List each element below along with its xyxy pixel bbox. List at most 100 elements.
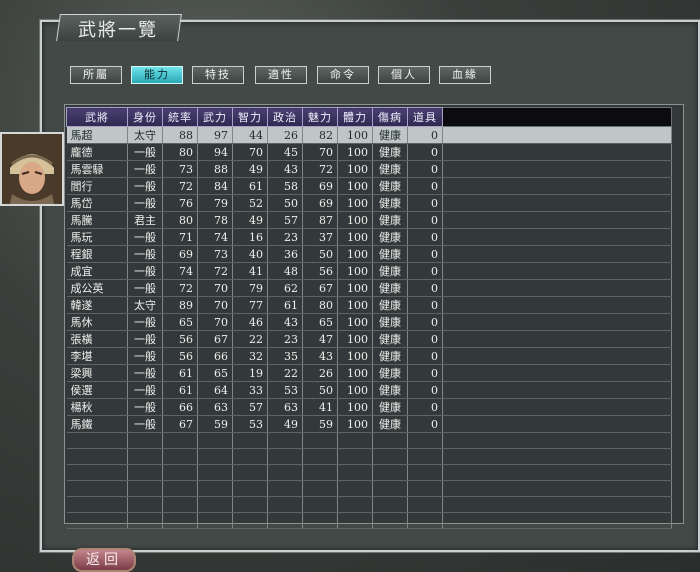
table-cell: 61 xyxy=(232,177,268,195)
table-cell: 100 xyxy=(337,296,373,314)
table-cell: 97 xyxy=(197,126,233,144)
table-cell: 78 xyxy=(197,211,233,229)
table-cell-empty xyxy=(407,464,443,481)
table-cell: 一般 xyxy=(127,398,163,416)
tab-skills[interactable]: 特技 xyxy=(192,66,244,84)
table-cell: 100 xyxy=(337,330,373,348)
table-cell-blank xyxy=(442,347,672,365)
tab-bloodline[interactable]: 血緣 xyxy=(439,66,491,84)
table-row[interactable]: 侯選 一般 61 64 33 53 50 100 健康 0 xyxy=(66,381,672,399)
table-cell: 70 xyxy=(197,296,233,314)
table-cell: 健康 xyxy=(372,330,408,348)
table-cell: 73 xyxy=(197,245,233,263)
table-cell-blank xyxy=(442,160,672,178)
table-cell: 50 xyxy=(302,245,338,263)
tab-ability[interactable]: 能力 xyxy=(131,66,183,84)
table-cell-blank xyxy=(442,381,672,399)
table-cell: 李堪 xyxy=(66,347,128,365)
table-cell: 69 xyxy=(302,177,338,195)
back-button[interactable]: 返回 xyxy=(72,548,136,572)
table-row[interactable]: 馬鐵 一般 67 59 53 49 59 100 健康 0 xyxy=(66,415,672,433)
table-row[interactable]: 閻行 一般 72 84 61 58 69 100 健康 0 xyxy=(66,177,672,195)
table-row[interactable]: 韓遂 太守 89 70 77 61 80 100 健康 0 xyxy=(66,296,672,314)
table-row[interactable]: 馬岱 一般 76 79 52 50 69 100 健康 0 xyxy=(66,194,672,212)
table-cell-empty xyxy=(302,464,338,481)
table-cell-empty xyxy=(337,448,373,465)
table-cell-empty xyxy=(66,432,128,449)
table-cell: 70 xyxy=(302,143,338,161)
table-cell: 61 xyxy=(267,296,303,314)
table-cell-empty xyxy=(267,448,303,465)
table-cell: 58 xyxy=(267,177,303,195)
table-cell: 64 xyxy=(197,381,233,399)
table-row[interactable]: 程銀 一般 69 73 40 36 50 100 健康 0 xyxy=(66,245,672,263)
table-row[interactable]: 成宜 一般 74 72 41 48 56 100 健康 0 xyxy=(66,262,672,280)
table-row[interactable]: 馬騰 君主 80 78 49 57 87 100 健康 0 xyxy=(66,211,672,229)
table-cell: 馬休 xyxy=(66,313,128,331)
table-row[interactable]: 楊秋 一般 66 63 57 63 41 100 健康 0 xyxy=(66,398,672,416)
table-cell: 87 xyxy=(302,211,338,229)
table-row-empty xyxy=(66,448,672,465)
table-cell-empty xyxy=(372,496,408,513)
table-row-empty xyxy=(66,464,672,481)
table-cell-empty xyxy=(407,496,443,513)
table-cell: 0 xyxy=(407,313,443,331)
table-cell: 43 xyxy=(267,160,303,178)
table-cell: 健康 xyxy=(372,415,408,433)
table-cell-empty xyxy=(442,496,672,513)
table-cell: 84 xyxy=(197,177,233,195)
table-cell-empty xyxy=(337,512,373,529)
table-cell: 100 xyxy=(337,381,373,399)
col-header-politics[interactable]: 政治 xyxy=(267,107,303,127)
table-cell: 50 xyxy=(267,194,303,212)
table-cell-empty xyxy=(127,448,163,465)
table-cell: 23 xyxy=(267,228,303,246)
col-header-status[interactable]: 身份 xyxy=(127,107,163,127)
col-header-stamina[interactable]: 體力 xyxy=(337,107,373,127)
table-cell: 健康 xyxy=(372,364,408,382)
col-header-intelligence[interactable]: 智力 xyxy=(232,107,268,127)
table-row[interactable]: 馬超 太守 88 97 44 26 82 100 健康 0 xyxy=(66,126,672,144)
table-row[interactable]: 李堪 一般 56 66 32 35 43 100 健康 0 xyxy=(66,347,672,365)
table-cell: 23 xyxy=(267,330,303,348)
col-header-war[interactable]: 武力 xyxy=(197,107,233,127)
table-cell: 太守 xyxy=(127,126,163,144)
table-row[interactable]: 馬雲騄 一般 73 88 49 43 72 100 健康 0 xyxy=(66,160,672,178)
table-row[interactable]: 馬休 一般 65 70 46 43 65 100 健康 0 xyxy=(66,313,672,331)
table-row[interactable]: 馬玩 一般 71 74 16 23 37 100 健康 0 xyxy=(66,228,672,246)
table-cell: 67 xyxy=(302,279,338,297)
table-cell: 70 xyxy=(197,279,233,297)
col-header-leadership[interactable]: 統率 xyxy=(162,107,198,127)
table-cell-empty xyxy=(127,432,163,449)
table-header-row: 武將 身份 統率 武力 智力 政治 魅力 體力 傷病 道具 xyxy=(66,107,672,127)
tab-aptitude[interactable]: 適性 xyxy=(255,66,307,84)
table-row[interactable]: 龐德 一般 80 94 70 45 70 100 健康 0 xyxy=(66,143,672,161)
table-cell-empty xyxy=(232,480,268,497)
table-cell: 82 xyxy=(302,126,338,144)
table-cell: 100 xyxy=(337,126,373,144)
table-cell: 一般 xyxy=(127,330,163,348)
table-cell: 56 xyxy=(162,347,198,365)
col-header-items[interactable]: 道具 xyxy=(407,107,443,127)
table-row[interactable]: 梁興 一般 61 65 19 22 26 100 健康 0 xyxy=(66,364,672,382)
table-cell: 一般 xyxy=(127,279,163,297)
table-cell: 一般 xyxy=(127,177,163,195)
tab-affiliation[interactable]: 所屬 xyxy=(70,66,122,84)
col-header-charm[interactable]: 魅力 xyxy=(302,107,338,127)
table-cell-empty xyxy=(66,448,128,465)
table-cell-blank xyxy=(442,330,672,348)
table-cell: 100 xyxy=(337,415,373,433)
tab-command[interactable]: 命令 xyxy=(317,66,369,84)
table-cell: 94 xyxy=(197,143,233,161)
table-cell: 一般 xyxy=(127,245,163,263)
col-header-injury[interactable]: 傷病 xyxy=(372,107,408,127)
table-cell-empty xyxy=(302,480,338,497)
col-header-name[interactable]: 武將 xyxy=(66,107,128,127)
table-row[interactable]: 張橫 一般 56 67 22 23 47 100 健康 0 xyxy=(66,330,672,348)
table-cell: 45 xyxy=(267,143,303,161)
table-cell-blank xyxy=(442,245,672,263)
table-row[interactable]: 成公英 一般 72 70 79 62 67 100 健康 0 xyxy=(66,279,672,297)
table-cell-empty xyxy=(267,512,303,529)
table-cell: 一般 xyxy=(127,262,163,280)
tab-personal[interactable]: 個人 xyxy=(378,66,430,84)
